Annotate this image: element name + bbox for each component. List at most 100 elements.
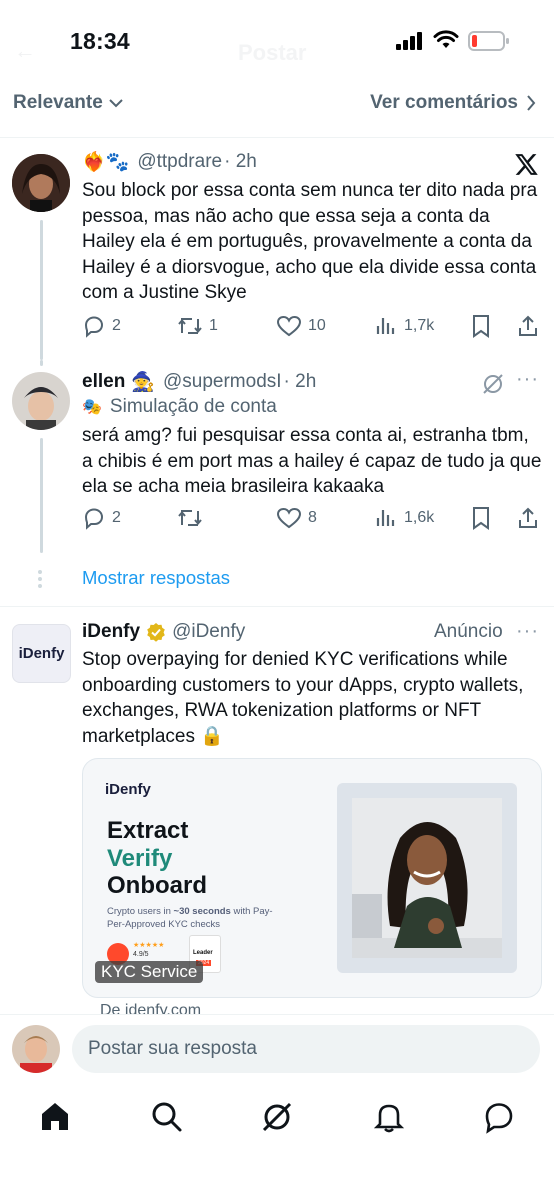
display-name-emojis[interactable]: ❤️‍🔥🐾 xyxy=(82,150,129,174)
x-logo-icon xyxy=(515,154,538,175)
thread-line xyxy=(40,220,43,360)
reply-post-1[interactable]: ❤️‍🔥🐾 @ttpdrare · 2h Sou block por essa … xyxy=(0,140,554,360)
sort-dropdown[interactable]: Relevante xyxy=(13,92,123,114)
reply-button[interactable]: 2 xyxy=(82,314,121,338)
back-arrow-icon[interactable]: ← xyxy=(14,38,36,64)
wifi-icon xyxy=(433,30,459,48)
view-count: 1,7k xyxy=(404,317,435,334)
reply-composer xyxy=(0,1014,554,1084)
kyc-service-tag: KYC Service xyxy=(95,961,204,983)
views-button[interactable]: 1,7k xyxy=(374,314,434,338)
ad-photo-woman xyxy=(352,798,502,958)
display-name[interactable]: iDenfy xyxy=(82,621,140,643)
avatar-logo-text: iDenfy xyxy=(18,645,65,662)
parody-label: Simulação de conta xyxy=(109,396,277,417)
views-button[interactable]: 1,6k xyxy=(374,506,434,530)
action-bar: 2 8 1,6k xyxy=(82,506,544,534)
chevron-right-icon xyxy=(527,95,536,111)
home-icon[interactable] xyxy=(38,1100,72,1134)
repost-count: 1 xyxy=(209,317,218,334)
reply-icon xyxy=(84,508,104,530)
post-text: será amg? fui pesquisar essa conta ai, e… xyxy=(82,425,542,497)
sort-label: Relevante xyxy=(13,92,103,113)
repost-icon xyxy=(178,510,202,526)
view-comments-label: Ver comentários xyxy=(370,92,518,113)
verified-badge-icon xyxy=(147,623,165,642)
like-count: 10 xyxy=(308,317,326,334)
own-avatar[interactable] xyxy=(12,1025,60,1073)
views-chart-icon xyxy=(376,318,395,334)
post-text: Sou block por essa conta sem nunca ter d… xyxy=(82,180,538,303)
grok-icon[interactable] xyxy=(481,372,505,396)
show-replies-link[interactable]: Mostrar respostas xyxy=(82,567,230,589)
post-time: · 2h xyxy=(224,151,257,172)
reply-count: 2 xyxy=(112,509,121,526)
post-header: ❤️‍🔥🐾 @ttpdrare · 2h xyxy=(82,150,257,174)
like-button[interactable]: 10 xyxy=(276,314,326,338)
reply-count: 2 xyxy=(112,317,121,334)
reply-button[interactable]: 2 xyxy=(82,506,121,530)
rating-stars: ★★★★★ xyxy=(133,942,165,949)
reply-input[interactable] xyxy=(72,1025,540,1073)
battery-low-icon xyxy=(468,31,509,51)
share-icon[interactable] xyxy=(516,314,540,338)
handle[interactable]: @supermodsI xyxy=(163,371,282,393)
avatar[interactable] xyxy=(12,154,70,212)
display-name[interactable]: ellen xyxy=(82,371,125,393)
view-count: 1,6k xyxy=(404,509,435,526)
bookmark-icon[interactable] xyxy=(470,506,492,530)
repost-icon xyxy=(178,318,202,334)
reply-icon xyxy=(84,316,104,338)
ad-card-brand: iDenfy xyxy=(105,781,151,798)
leader-badge-label: Leader xyxy=(193,950,213,956)
ad-photo-frame xyxy=(337,783,517,973)
like-count: 8 xyxy=(308,509,317,526)
ad-headline-onboard: Onboard xyxy=(107,872,207,899)
thread-line xyxy=(40,360,43,366)
display-name-emoji: 🧙 xyxy=(131,372,155,393)
ad-media-card[interactable]: iDenfy Extract Verify Onboard Crypto use… xyxy=(82,758,542,998)
ad-label: Anúncio xyxy=(434,621,503,642)
thread-line xyxy=(40,438,43,553)
view-comments-link[interactable]: Ver comentários xyxy=(370,92,536,114)
views-chart-icon xyxy=(376,510,395,526)
heart-icon xyxy=(276,315,302,337)
reply-post-2[interactable]: ellen 🧙 @supermodsI · 2h ··· 🎭 Simulação… xyxy=(0,360,554,560)
ad-headline-extract: Extract xyxy=(107,817,189,844)
cellular-signal-icon xyxy=(396,32,422,50)
search-icon[interactable] xyxy=(150,1100,184,1134)
messages-icon[interactable] xyxy=(482,1100,516,1134)
heart-icon xyxy=(276,507,302,529)
faded-page-title: Postar xyxy=(238,40,307,65)
repost-button[interactable]: 1 xyxy=(177,314,218,338)
avatar[interactable] xyxy=(12,372,70,430)
bookmark-icon[interactable] xyxy=(470,314,492,338)
status-time: 18:34 xyxy=(70,28,130,54)
rating-value: 4.9/5 xyxy=(133,951,149,958)
ad-subtext: Crypto users in ~30 seconds with Pay-Per… xyxy=(107,906,273,930)
ad-source-domain[interactable]: De idenfy.com xyxy=(100,1002,201,1014)
like-button[interactable]: 8 xyxy=(276,506,317,530)
parody-label-row: 🎭 Simulação de conta xyxy=(82,396,277,418)
status-bar: ← Postar 18:34 xyxy=(0,0,554,80)
handle[interactable]: @ttpdrare xyxy=(137,151,222,173)
share-icon[interactable] xyxy=(516,506,540,530)
post-text: Stop overpaying for denied KYC verificat… xyxy=(82,649,524,747)
repost-button[interactable] xyxy=(177,506,209,530)
post-time: · 2h xyxy=(283,371,317,392)
notifications-bell-icon[interactable] xyxy=(372,1100,406,1134)
more-options-icon[interactable]: ··· xyxy=(516,368,539,391)
ad-headline-verify: Verify xyxy=(107,845,173,872)
sort-bar: Relevante Ver comentários xyxy=(0,80,554,138)
post-header: ellen 🧙 @supermodsI · 2h xyxy=(82,370,316,394)
parody-mask-icon: 🎭 xyxy=(82,399,102,416)
action-bar: 2 1 10 1,7k xyxy=(82,314,544,342)
grok-icon[interactable] xyxy=(260,1100,294,1134)
collapsed-thread-dots xyxy=(38,570,44,591)
chevron-down-icon xyxy=(109,99,123,108)
avatar[interactable]: iDenfy xyxy=(12,624,71,683)
bottom-tab-bar xyxy=(0,1084,554,1200)
handle[interactable]: @iDenfy xyxy=(172,621,245,643)
more-options-icon[interactable]: ··· xyxy=(516,620,539,643)
post-header: iDenfy @iDenfy xyxy=(82,621,245,643)
